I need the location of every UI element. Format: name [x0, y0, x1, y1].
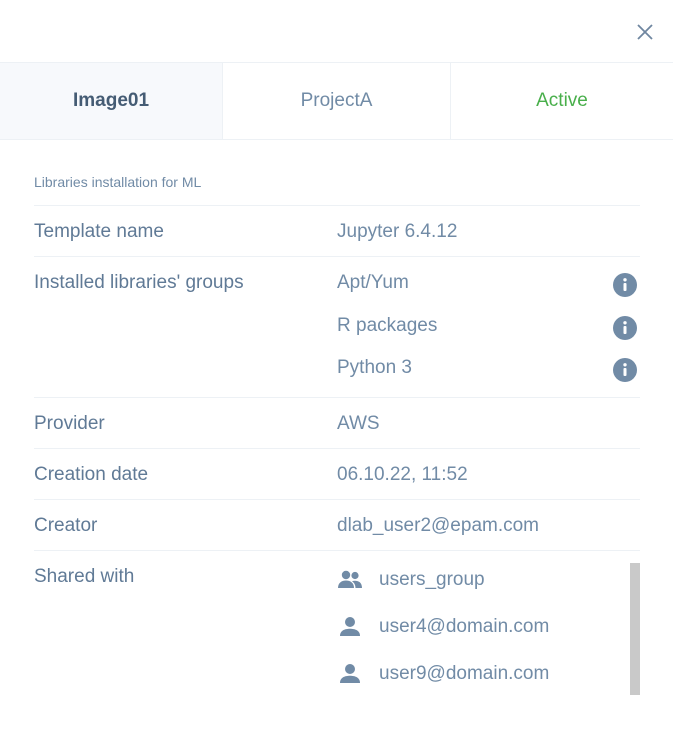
info-icon[interactable] — [613, 273, 637, 297]
libraries-row: Installed libraries' groups Apt/Yum R pa… — [34, 256, 640, 397]
image-description: Libraries installation for ML — [34, 174, 202, 190]
info-icon[interactable] — [613, 358, 637, 382]
creator-label: Creator — [34, 515, 98, 536]
provider-label: Provider — [34, 413, 105, 434]
shared-user-name: user9@domain.com — [379, 663, 550, 684]
shared-user-name: user4@domain.com — [379, 616, 550, 637]
provider-row: Provider AWS — [34, 397, 640, 448]
close-button[interactable] — [635, 22, 655, 42]
template-value: Jupyter 6.4.12 — [337, 221, 458, 242]
provider-value: AWS — [337, 413, 380, 434]
libraries-label: Installed libraries' groups — [34, 272, 244, 293]
project-name: ProjectA — [223, 63, 451, 139]
creation-date-label: Creation date — [34, 464, 149, 485]
creator-value: dlab_user2@epam.com — [337, 515, 540, 536]
shared-item: user4@domain.com — [337, 612, 549, 642]
image-name: Image01 — [0, 63, 223, 139]
shared-row: Shared with users_group user4@domain.com — [34, 550, 640, 700]
creation-date-row: Creation date 06.10.22, 11:52 — [34, 448, 640, 499]
scrollbar[interactable] — [630, 563, 640, 695]
library-group-r: R packages — [337, 315, 438, 336]
info-icon[interactable] — [613, 316, 637, 340]
user-icon — [340, 664, 360, 683]
shared-item: user9@domain.com — [337, 659, 549, 689]
user-icon — [340, 617, 360, 636]
group-icon — [338, 570, 362, 588]
creator-row: Creator dlab_user2@epam.com — [34, 499, 640, 550]
info-header: Image01 ProjectA Active — [0, 62, 673, 140]
creation-date-value: 06.10.22, 11:52 — [337, 464, 468, 485]
status-badge: Active — [536, 90, 588, 111]
shared-group-name: users_group — [379, 569, 485, 590]
close-icon — [637, 24, 653, 40]
template-row: Template name Jupyter 6.4.12 — [34, 205, 640, 256]
library-group-python: Python 3 — [337, 357, 412, 378]
library-group-apt: Apt/Yum — [337, 272, 409, 293]
shared-label: Shared with — [34, 566, 135, 587]
template-label: Template name — [34, 221, 164, 242]
shared-item: users_group — [337, 565, 485, 595]
details-table: Template name Jupyter 6.4.12 Installed l… — [34, 205, 640, 700]
